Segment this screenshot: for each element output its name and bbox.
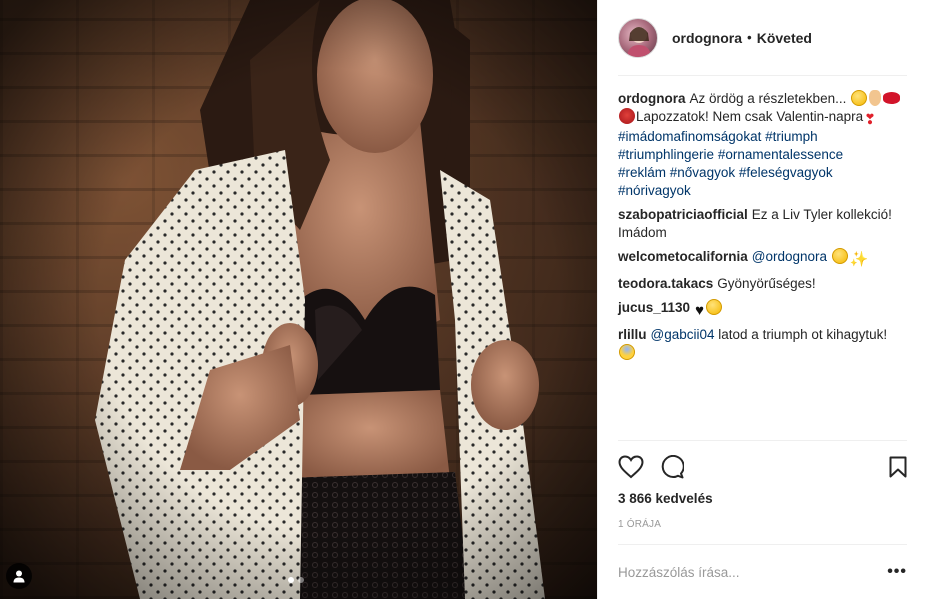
hashtag-link[interactable]: #imádomafinomságokat [618, 129, 761, 144]
hashtag-link[interactable]: #reklám [618, 165, 666, 180]
action-icon-row [618, 449, 907, 485]
comment-username[interactable]: welcometocalifornia [618, 249, 748, 264]
caption-username[interactable]: ordognora [618, 91, 686, 106]
comment-text: Gyönyörűséges! [717, 276, 816, 291]
post-actions: 3 866 kedvelés 1 órája [618, 440, 907, 530]
caption-line1: Az ördög a részletekben... [689, 91, 847, 106]
hashtag-link[interactable]: #nórivagyok [618, 183, 691, 198]
mention-link[interactable]: @ordognora [752, 249, 827, 264]
hashtag-link[interactable]: #triumph [765, 129, 818, 144]
avatar-image [627, 26, 651, 57]
comment-button[interactable] [660, 451, 692, 483]
comment-username[interactable]: rlillu [618, 327, 647, 342]
photo-illustration [0, 0, 597, 599]
hashtag-link[interactable]: #triumphlingerie [618, 147, 714, 162]
user-silhouette-icon [13, 570, 25, 583]
caption-line2: Lapozzatok! Nem csak Valentin-napra [636, 109, 864, 124]
devil-emoji-icon [619, 108, 635, 124]
comment-text: latod a triumph ot kihagytuk! [718, 327, 888, 342]
header-separator: • [747, 30, 752, 45]
heart-eyes-emoji-icon [831, 248, 848, 264]
more-options-button[interactable]: ••• [883, 563, 907, 581]
comment-input[interactable] [618, 564, 883, 580]
comment-item: rlillu @gabcii04 latod a triumph ot kihag… [618, 326, 907, 362]
header-username[interactable]: ordognora [672, 30, 742, 46]
carousel-indicator [288, 577, 304, 583]
lips-emoji-icon [883, 92, 901, 104]
comments-list: ordognora Az ördög a részletekben... Lapo… [598, 76, 931, 440]
save-button[interactable] [875, 451, 907, 483]
carousel-dot-1[interactable] [288, 577, 294, 583]
comment-username[interactable]: teodora.takacs [618, 276, 713, 291]
heart-outline-icon [618, 455, 644, 479]
like-button[interactable] [618, 451, 650, 483]
mention-link[interactable]: @gabcii04 [651, 327, 715, 342]
comment-item: teodora.takacs Gyönyörűséges! [618, 275, 907, 293]
sparkles-emoji-icon: ✨ [849, 251, 869, 268]
bookmark-icon [889, 456, 907, 478]
comment-item: jucus_1130 ♥ [618, 299, 907, 320]
speech-bubble-icon [661, 455, 684, 479]
hashtag-link[interactable]: #nővagyok [670, 165, 735, 180]
smile-emoji-icon [705, 299, 722, 315]
comment-item: szabopatriciaofficial Ez a Liv Tyler koll… [618, 206, 907, 242]
post-modal: ordognora • Követed ordognora Az ördög a … [0, 0, 931, 599]
add-comment-bar: ••• [618, 544, 907, 599]
heart-exclamation-emoji-icon: ❣ [864, 111, 876, 127]
post-header: ordognora • Követed [618, 0, 907, 76]
smile-emoji-icon [851, 90, 868, 106]
post-side-panel: ordognora • Követed ordognora Az ördög a … [597, 0, 931, 599]
screaming-face-emoji-icon [619, 344, 635, 360]
post-timestamp[interactable]: 1 órája [618, 519, 907, 530]
comment-username[interactable]: jucus_1130 [618, 300, 690, 315]
black-heart-emoji-icon: ♥ [695, 302, 704, 319]
comment-username[interactable]: szabopatriciaofficial [618, 207, 748, 222]
carousel-dot-2[interactable] [298, 577, 304, 583]
tagged-users-button[interactable] [6, 563, 32, 589]
hashtag-link[interactable]: #ornamentalessence [718, 147, 843, 162]
follow-status-button[interactable]: Követed [757, 30, 812, 46]
ok-hand-emoji-icon [869, 90, 882, 106]
comment-item: welcometocalifornia @ordognora ✨ [618, 248, 907, 269]
avatar[interactable] [618, 17, 658, 58]
likes-count[interactable]: 3 866 kedvelés [618, 491, 907, 506]
hashtag-link[interactable]: #feleségvagyok [739, 165, 833, 180]
post-media[interactable] [0, 0, 597, 599]
caption: ordognora Az ördög a részletekben... Lapo… [618, 90, 907, 200]
